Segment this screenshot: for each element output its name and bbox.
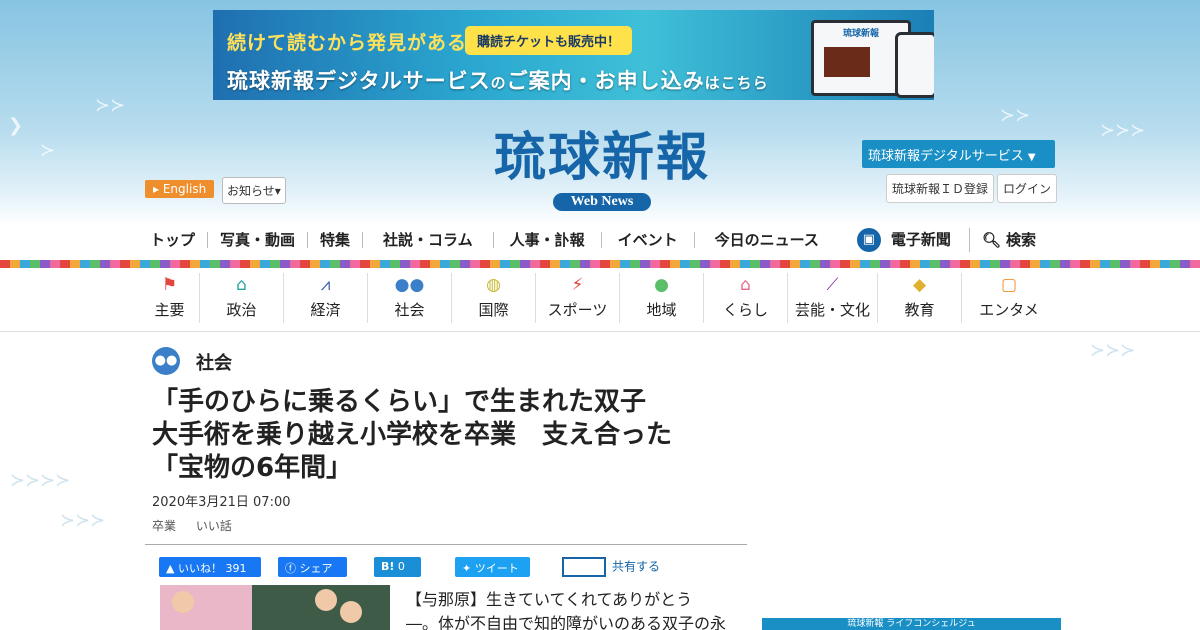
- tweet-button[interactable]: ✦ ツイート: [455, 557, 530, 577]
- building-icon: ⌂: [236, 275, 247, 295]
- category-education[interactable]: ◆ 教育: [878, 273, 962, 323]
- caret-down-icon: ▼: [1027, 152, 1036, 163]
- category-nav: ⚑ 主要 ⌂ 政治 ⩘ 経済 ●● 社会 ◍ 国際 ⚡ スポーツ ● 地域 ⌂ くらし ⟋ 芸能・…: [140, 273, 1060, 325]
- fish-decoration: ≻≻≻: [60, 510, 106, 531]
- article-tags: 卒業 いい話: [152, 517, 248, 534]
- article-body: 【与那原】生きていてくれてありがとう ―。体が不自由で知的障がいのある双子の永: [406, 590, 727, 630]
- site-logo[interactable]: 琉球新報 Web News: [452, 126, 752, 211]
- login-button[interactable]: ログイン: [997, 174, 1058, 203]
- nav-today[interactable]: 今日のニュース: [695, 232, 855, 248]
- people-icon: ●●: [394, 275, 425, 295]
- fish-decoration: ❯: [8, 115, 24, 136]
- category-entertainment[interactable]: ▢ エンタメ: [962, 273, 1056, 323]
- article-timestamp: 2020年3月21日 07:00: [152, 495, 291, 510]
- envelope-icon: [562, 557, 606, 577]
- hatena-bookmark-button[interactable]: B! 0: [374, 557, 421, 577]
- fish-decoration: ≻≻: [1000, 105, 1031, 126]
- runner-icon: ⚡: [571, 275, 584, 295]
- notice-dropdown[interactable]: お知らせ▾: [222, 177, 286, 204]
- tag-link[interactable]: 卒業: [152, 519, 176, 533]
- chart-icon: ⩘: [320, 275, 331, 295]
- thumbs-up-icon: ▲: [166, 562, 175, 575]
- search-icon: 🔍︎: [981, 231, 1001, 249]
- section-label[interactable]: 社会: [196, 349, 232, 375]
- category-politics[interactable]: ⌂ 政治: [200, 273, 284, 323]
- fish-decoration: ≻≻: [95, 95, 126, 116]
- twitter-bird-icon: ✦: [462, 562, 472, 575]
- fish-decoration: ≻≻≻: [1090, 340, 1136, 361]
- banner-cta: 琉球新報デジタルサービスのご案内・お申し込みはこちら: [227, 69, 769, 93]
- graduation-icon: ◆: [912, 275, 927, 295]
- decorative-wave-strip: [0, 260, 1200, 268]
- fish-decoration: ≻≻≻: [1100, 120, 1146, 141]
- caret-down-icon: ▾: [274, 184, 281, 198]
- id-register-button[interactable]: 琉球新報ＩＤ登録: [886, 174, 995, 203]
- category-culture[interactable]: ⟋ 芸能・文化: [788, 273, 878, 323]
- facebook-like-button[interactable]: ▲ いいね！ 391: [159, 557, 261, 577]
- category-region[interactable]: ● 地域: [620, 273, 704, 323]
- logo-web-news: Web News: [552, 193, 652, 211]
- nav-search[interactable]: 🔍︎ 検索: [970, 232, 1048, 248]
- digital-service-dropdown[interactable]: 琉球新報デジタルサービス ▼: [862, 140, 1055, 168]
- tag-link[interactable]: いい話: [196, 519, 232, 533]
- nav-photo-video[interactable]: 写真・動画: [208, 232, 309, 248]
- category-main[interactable]: ⚑ 主要: [140, 273, 200, 323]
- facebook-icon: ⓕ: [285, 562, 296, 575]
- pin-icon: ●: [654, 275, 669, 295]
- house-icon: ⌂: [740, 275, 751, 295]
- category-life[interactable]: ⌂ くらし: [704, 273, 788, 323]
- fish-decoration: ≻: [40, 140, 56, 161]
- nav-personnel[interactable]: 人事・訃報: [494, 232, 602, 248]
- monitor-icon: ▣: [856, 228, 881, 252]
- globe-icon: ◍: [486, 275, 501, 295]
- people-icon: ●●: [152, 347, 180, 375]
- main-nav: トップ 写真・動画 特集 社説・コラム 人事・訃報 イベント 今日のニュース ▣…: [148, 228, 1048, 252]
- sanshin-icon: ⟋: [826, 275, 839, 295]
- banner-tagline: 続けて読むから発見がある: [227, 32, 468, 54]
- category-economy[interactable]: ⩘ 経済: [284, 273, 368, 323]
- facebook-share-button[interactable]: ⓕ シェア: [278, 557, 347, 577]
- logo-text: 琉球新報: [493, 127, 710, 188]
- digital-service-banner[interactable]: 続けて読むから発見がある 購読チケットも販売中！ 琉球新報デジタルサービスのご案…: [213, 10, 934, 100]
- english-button[interactable]: ▸ English: [145, 180, 215, 198]
- concierge-banner[interactable]: 琉球新報 ライフコンシェルジュ: [762, 618, 1061, 630]
- category-sports[interactable]: ⚡ スポーツ: [536, 273, 620, 323]
- banner-ticket-badge: 購読チケットも販売中！: [465, 26, 633, 55]
- category-international[interactable]: ◍ 国際: [452, 273, 536, 323]
- nav-top[interactable]: トップ: [148, 232, 209, 248]
- nav-event[interactable]: イベント: [602, 232, 695, 248]
- divider: [145, 544, 747, 545]
- divider: [0, 331, 1200, 332]
- mail-share-button[interactable]: 共有する: [562, 557, 660, 577]
- category-society[interactable]: ●● 社会: [368, 273, 452, 323]
- phone-illustration: [895, 32, 934, 98]
- fish-decoration: ≻≻≻≻: [10, 470, 71, 491]
- nav-epaper[interactable]: ▣ 電子新聞: [855, 228, 970, 252]
- article-photo[interactable]: [160, 585, 390, 630]
- tv-icon: ▢: [1000, 275, 1018, 295]
- article-headline: 「手のひらに乗るくらい」で生まれた双子 大手術を乗り越え小学校を卒業 支え合った…: [152, 387, 673, 483]
- nav-editorial[interactable]: 社説・コラム: [363, 232, 494, 248]
- flag-icon: ⚑: [161, 275, 178, 295]
- nav-feature[interactable]: 特集: [308, 232, 364, 248]
